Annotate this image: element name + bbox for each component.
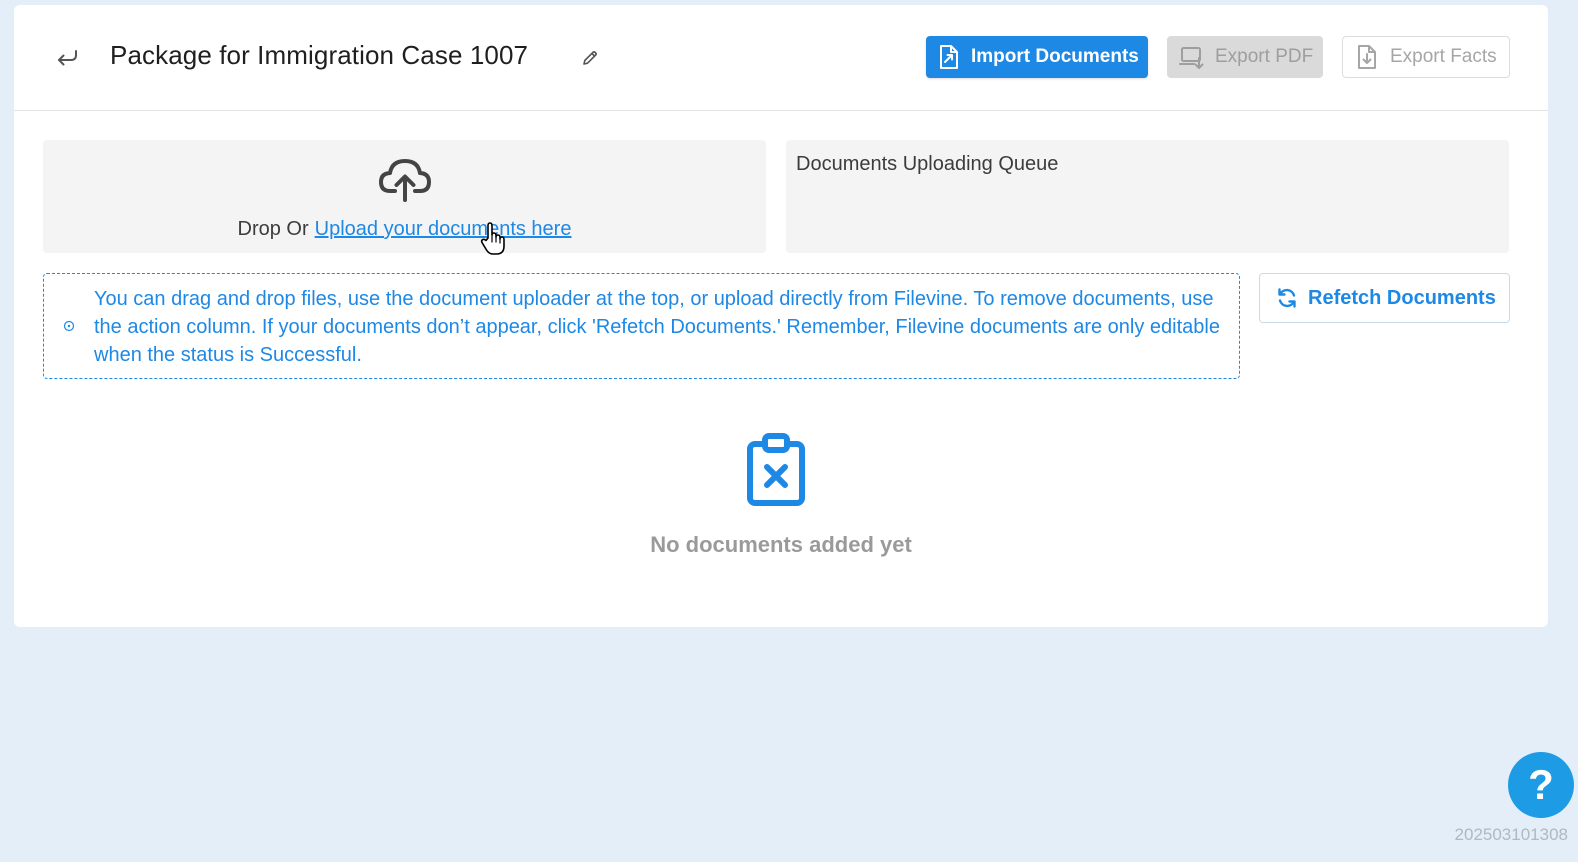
dropzone-prefix: Drop Or (237, 218, 309, 240)
page-title: Package for Immigration Case 1007 (110, 40, 529, 70)
info-notice-text: You can drag and drop files, use the doc… (94, 288, 1220, 366)
return-arrow-icon (58, 50, 77, 66)
refresh-icon (1276, 287, 1298, 309)
import-documents-button[interactable]: Import Documents (926, 36, 1148, 78)
package-card: Package for Immigration Case 1007 Import… (14, 5, 1548, 627)
refetch-documents-label: Refetch Documents (1308, 286, 1496, 309)
clipboard-x-icon (747, 433, 805, 506)
version-label: 202503101308 (1454, 825, 1568, 844)
empty-state-text: No documents added yet (650, 532, 912, 557)
upload-queue-panel: Documents Uploading Queue (786, 140, 1509, 253)
back-button[interactable] (52, 43, 82, 73)
upload-dropzone[interactable]: Drop Or Upload your documents here (43, 140, 766, 253)
dropzone-text: Drop Or Upload your documents here (43, 218, 766, 241)
export-pdf-button[interactable]: Export PDF (1167, 36, 1323, 78)
package-header: Package for Immigration Case 1007 Import… (14, 5, 1548, 111)
info-notice: You can drag and drop files, use the doc… (43, 273, 1240, 379)
import-documents-label: Import Documents (971, 46, 1139, 67)
refetch-documents-button[interactable]: Refetch Documents (1259, 273, 1510, 323)
upload-documents-link[interactable]: Upload your documents here (315, 218, 572, 240)
cloud-upload-icon (377, 154, 433, 204)
info-circle-icon (63, 320, 75, 332)
export-facts-button[interactable]: Export Facts (1342, 36, 1510, 78)
laptop-download-icon (1179, 44, 1205, 70)
edit-title-button[interactable] (577, 45, 603, 71)
hand-cursor-icon (480, 222, 505, 255)
file-download-icon (1356, 44, 1378, 70)
help-button[interactable]: ? (1508, 752, 1574, 818)
upload-queue-title: Documents Uploading Queue (796, 153, 1059, 175)
export-facts-label: Export Facts (1390, 46, 1497, 67)
pencil-icon (583, 51, 597, 65)
export-pdf-label: Export PDF (1215, 46, 1314, 67)
file-import-icon (938, 44, 960, 70)
